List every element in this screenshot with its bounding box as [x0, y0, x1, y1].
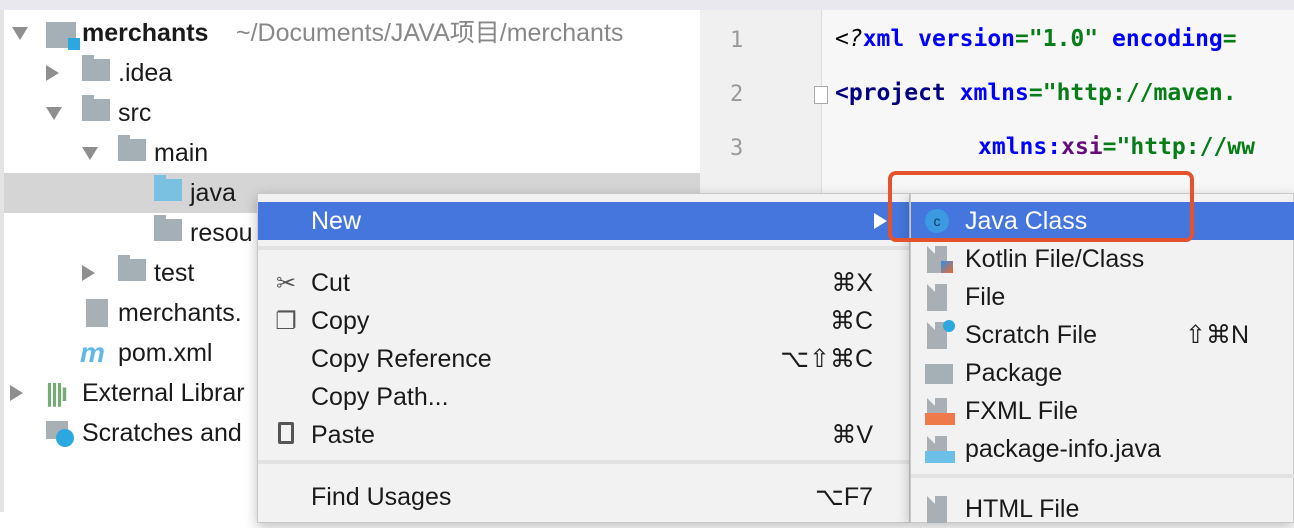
tree-label: src: [118, 99, 152, 127]
package-icon: [925, 364, 953, 384]
expand-down-icon[interactable]: [46, 107, 62, 120]
code-line-3: xmlns:xsi="http://ww: [978, 134, 1255, 160]
menu-item-paste[interactable]: Paste ⌘V: [258, 416, 909, 454]
tree-label: java: [190, 179, 236, 207]
line-number: 3: [730, 136, 744, 161]
context-menu: New ✂ Cut ⌘X ❐ Copy ⌘C Copy Reference ⌥⇧⌘C Co…: [257, 193, 910, 523]
resources-folder-icon: [154, 215, 182, 241]
tree-label: Scratches and: [82, 419, 242, 447]
html-file-icon: [927, 496, 947, 523]
tree-label: resou: [190, 219, 253, 247]
iml-file-icon: [86, 299, 108, 327]
submenu-arrow-icon: [874, 213, 887, 229]
tree-item-java[interactable]: java: [154, 173, 236, 213]
tree-label: test: [154, 259, 195, 287]
tree-item-resources[interactable]: resou: [154, 213, 253, 253]
annotation-highlight-box: [888, 171, 1194, 242]
fold-icon[interactable]: [814, 86, 828, 104]
tree-label: main: [154, 139, 209, 167]
editor-tabs-bar: [700, 0, 1294, 10]
maven-icon: m: [80, 337, 105, 368]
tree-label: .idea: [118, 59, 173, 87]
submenu-item-file[interactable]: File: [911, 278, 1294, 316]
expand-right-icon[interactable]: [82, 265, 95, 281]
tree-label: External Librar: [82, 379, 245, 407]
menu-separator: [258, 460, 909, 464]
tree-item-iml[interactable]: merchants.: [86, 293, 242, 333]
tree-label: merchants.: [118, 299, 242, 327]
submenu-item-scratch-file[interactable]: Scratch File ⇧⌘N: [911, 316, 1294, 354]
line-number: 2: [730, 82, 744, 107]
tree-label: pom.xml: [118, 339, 213, 367]
libraries-icon: |||ı: [46, 379, 68, 407]
menu-item-cut[interactable]: ✂ Cut ⌘X: [258, 264, 909, 302]
folder-icon: [118, 135, 146, 161]
expand-right-icon[interactable]: [46, 65, 59, 81]
folder-icon: [82, 55, 110, 81]
copy-icon: ❐: [275, 308, 297, 335]
menu-item-find-usages[interactable]: Find Usages ⌥F7: [258, 478, 909, 516]
tree-header: [0, 0, 700, 10]
project-path: ~/Documents/JAVA项目/merchants: [236, 19, 624, 47]
expand-down-icon[interactable]: [12, 27, 28, 40]
submenu-item-html[interactable]: HTML File: [911, 490, 1294, 528]
source-folder-icon: [154, 175, 182, 201]
new-submenu: c Java Class Kotlin File/Class File Scrat…: [910, 193, 1294, 523]
file-icon: [927, 284, 947, 311]
scratches-icon: [46, 421, 74, 447]
line-number: 1: [730, 28, 744, 53]
menu-item-copy-reference[interactable]: Copy Reference ⌥⇧⌘C: [258, 340, 909, 378]
package-info-icon: [925, 436, 955, 463]
menu-item-new[interactable]: New: [258, 202, 909, 240]
kotlin-file-icon: [927, 246, 953, 273]
tree-label: merchants: [82, 19, 209, 47]
submenu-item-kotlin[interactable]: Kotlin File/Class: [911, 240, 1294, 278]
folder-icon: [82, 95, 110, 121]
clipboard-icon: [272, 422, 300, 450]
tree-item-pom[interactable]: m pom.xml: [80, 333, 212, 373]
menu-item-copy[interactable]: ❐ Copy ⌘C: [258, 302, 909, 340]
fxml-file-icon: [925, 398, 955, 425]
scratch-file-icon: [927, 320, 955, 349]
expand-right-icon[interactable]: [10, 385, 23, 401]
code-line-1: <?xml version="1.0" encoding=: [835, 26, 1237, 52]
submenu-item-package[interactable]: Package: [911, 354, 1294, 392]
submenu-item-fxml[interactable]: FXML File: [911, 392, 1294, 430]
expand-down-icon[interactable]: [82, 147, 98, 160]
menu-item-copy-path[interactable]: Copy Path...: [258, 378, 909, 416]
menu-separator: [911, 474, 1294, 478]
code-line-2: <project xmlns="http://maven.: [835, 80, 1237, 106]
scissors-icon: ✂: [275, 270, 297, 297]
menu-separator: [258, 246, 909, 250]
submenu-item-package-info[interactable]: package-info.java: [911, 430, 1294, 468]
folder-icon: [118, 255, 146, 281]
module-icon: [46, 22, 80, 50]
